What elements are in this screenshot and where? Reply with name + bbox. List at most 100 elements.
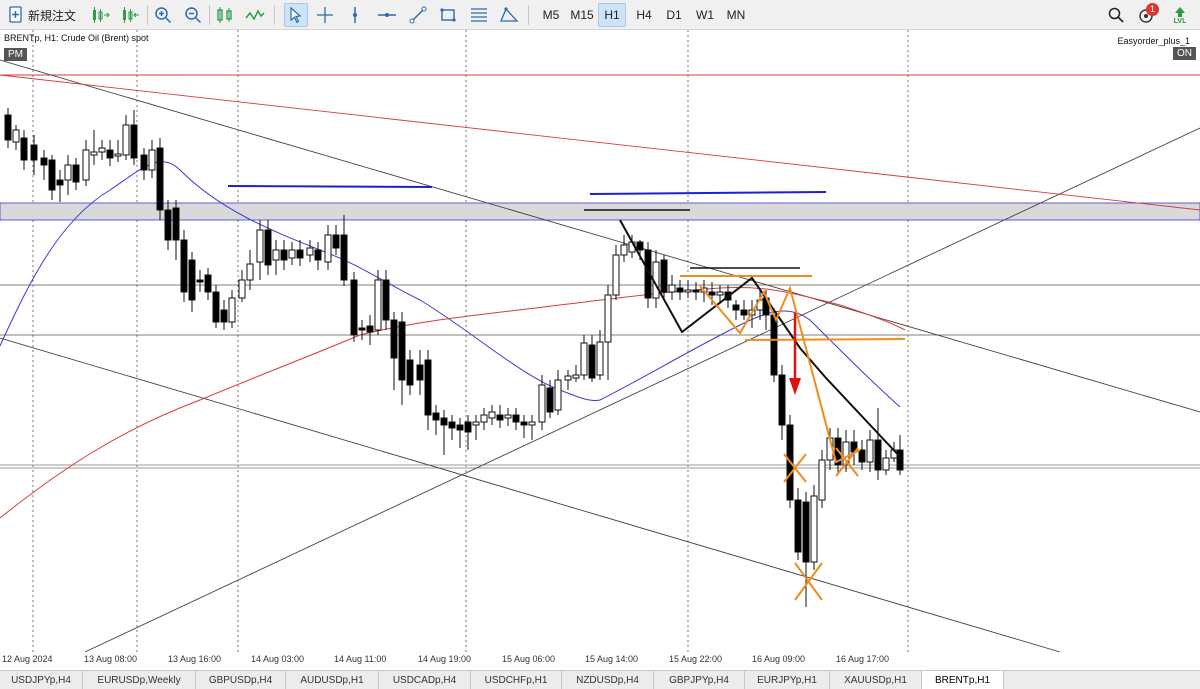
tab-usdjpy-h4[interactable]: USDJPYp,H4 [0, 671, 83, 689]
bearish-candle [196, 279, 204, 283]
bearish-candle [416, 364, 424, 381]
timeframe-m15[interactable]: M15 [566, 3, 598, 27]
bearish-candle [588, 344, 596, 379]
bearish-candle [350, 279, 358, 336]
bearish-candle [296, 249, 304, 259]
bullish-candle [596, 341, 604, 376]
bullish-candle [866, 439, 874, 463]
bearish-candle [858, 449, 866, 463]
bullish-candle [148, 149, 156, 171]
bearish-candle [794, 499, 802, 553]
bearish-candle [172, 207, 180, 241]
bearish-candle [456, 424, 464, 431]
autoscroll-button[interactable] [118, 3, 142, 27]
tab-audusd-h1[interactable]: AUDUSDp,H1 [286, 671, 379, 689]
new-order-label: 新規注文 [28, 8, 77, 23]
horizontal-line-icon [378, 13, 396, 17]
chart-area[interactable]: BRENTp, H1: Crude Oil (Brent) spot PM Ea… [0, 30, 1200, 670]
bullish-candle [324, 234, 332, 263]
bullish-candle [612, 254, 620, 296]
time-label: 16 Aug 17:00 [836, 654, 890, 664]
toolbar-separator [274, 5, 275, 25]
bullish-candle [564, 375, 572, 381]
bearish-candle [398, 321, 406, 381]
trendline-button[interactable] [406, 3, 430, 27]
bearish-candle [358, 327, 366, 331]
bearish-candle [778, 374, 786, 426]
bearish-candle [156, 147, 164, 211]
bearish-candle [280, 249, 288, 261]
bullish-candle [810, 495, 818, 563]
zoom-out-button[interactable] [181, 3, 205, 27]
vertical-line-button[interactable] [343, 3, 367, 27]
timeframe-h1[interactable]: H1 [598, 3, 626, 27]
zoom-in-button[interactable] [151, 3, 175, 27]
tab-bar-empty [1004, 671, 1200, 689]
tab-usdcad-h4[interactable]: USDCADp,H4 [379, 671, 471, 689]
horizontal-line-button[interactable] [375, 3, 399, 27]
tab-brent-h1[interactable]: BRENTp,H1 [922, 671, 1004, 689]
bearish-candle [314, 249, 322, 261]
ea-on-label[interactable]: ON [1173, 47, 1196, 60]
timeframe-w1[interactable]: W1 [690, 3, 720, 27]
bullish-candle [572, 374, 580, 379]
rectangle-icon [440, 8, 456, 22]
timeframe-h4[interactable]: H4 [630, 3, 658, 27]
crosshair-icon [317, 7, 333, 23]
time-axis: 12 Aug 2024 13 Aug 08:00 13 Aug 16:00 14… [0, 652, 1200, 670]
bullish-candle [554, 379, 562, 411]
tab-gbpusd-h4[interactable]: GBPUSDp,H4 [196, 671, 286, 689]
new-order-button[interactable]: 新規注文 [4, 4, 80, 26]
search-button[interactable] [1104, 3, 1128, 27]
cursor-button[interactable] [284, 3, 308, 27]
notifications-button[interactable]: 1 [1135, 3, 1159, 27]
notification-badge: 1 [1146, 3, 1159, 16]
bearish-candle [406, 359, 414, 386]
timeframe-d1[interactable]: D1 [660, 3, 688, 27]
shapes-icon [500, 7, 519, 22]
lvl-button[interactable]: LVL [1168, 3, 1192, 27]
tab-eurjpy-h1[interactable]: EURJPYp,H1 [745, 671, 830, 689]
chart-title: BRENTp, H1: Crude Oil (Brent) spot [4, 33, 149, 43]
bullish-candle [288, 249, 296, 259]
tab-nzdusd-h4[interactable]: NZDUSDp,H4 [562, 671, 654, 689]
blue-level-line [227, 185, 433, 188]
bearish-candle [874, 439, 882, 471]
bearish-candle [180, 239, 188, 293]
bearish-candle [708, 291, 716, 296]
tab-gbpjpy-h4[interactable]: GBPJPYp,H4 [654, 671, 745, 689]
cursor-icon [290, 6, 302, 24]
fibonacci-button[interactable] [467, 3, 491, 27]
fibonacci-icon [471, 8, 487, 22]
bearish-candle [332, 234, 340, 249]
bearish-candle [676, 287, 684, 293]
rectangle-button[interactable] [436, 3, 460, 27]
bearish-candle [732, 304, 740, 311]
bullish-candle [256, 229, 264, 263]
bullish-candle [684, 289, 692, 293]
time-label: 12 Aug 2024 [2, 654, 53, 664]
candles-button[interactable] [213, 3, 237, 27]
autoscroll-icon [123, 7, 139, 23]
tab-eurusd-weekly[interactable]: EURUSDp,Weekly [83, 671, 196, 689]
crosshair-button[interactable] [313, 3, 337, 27]
shapes-button[interactable] [497, 3, 521, 27]
bullish-candle [82, 149, 90, 181]
timeframe-mn[interactable]: MN [721, 3, 751, 27]
toolbar-separator [209, 5, 210, 25]
tab-xauusd-h1[interactable]: XAUUSDp,H1 [830, 671, 922, 689]
bearish-candle [220, 309, 228, 323]
bullish-candle [480, 414, 488, 423]
price-chart[interactable] [0, 30, 1200, 652]
chart-shift-button[interactable] [88, 3, 112, 27]
timeframe-m5[interactable]: M5 [536, 3, 566, 27]
lvl-label: LVL [1173, 17, 1187, 25]
bearish-candle [164, 209, 172, 241]
line-chart-button[interactable] [243, 3, 267, 27]
time-label: 14 Aug 19:00 [418, 654, 472, 664]
bearish-candle [382, 279, 390, 321]
bearish-candle [212, 291, 220, 323]
search-icon [1108, 7, 1124, 23]
tab-usdchf-h1[interactable]: USDCHFp,H1 [471, 671, 562, 689]
bearish-candle [30, 144, 38, 161]
